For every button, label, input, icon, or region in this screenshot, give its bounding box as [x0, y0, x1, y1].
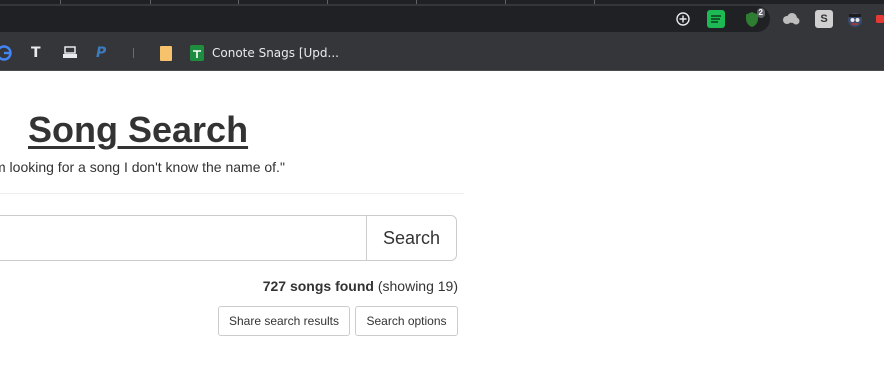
badge-count: 2 — [756, 8, 765, 18]
search-input[interactable] — [0, 215, 367, 261]
spy-extension-icon[interactable] — [846, 10, 864, 28]
results-summary: 727 songs found (showing 19) — [200, 278, 458, 294]
search-options-button[interactable]: Search options — [355, 306, 458, 336]
results-count: 727 songs found — [262, 278, 374, 294]
s-extension-icon[interactable]: S — [815, 10, 833, 28]
bookmark-separator — [133, 48, 134, 58]
address-bar[interactable] — [0, 6, 770, 32]
folder-bookmark-icon[interactable] — [160, 44, 172, 62]
divider — [0, 193, 464, 194]
paypal-bookmark-icon[interactable]: P — [96, 44, 106, 62]
sheets-bookmark-icon — [190, 45, 204, 61]
song-link-fragment[interactable] — [0, 380, 28, 386]
search-button[interactable]: Search — [366, 215, 457, 261]
bookmark-label: Conote Snags [Upd... — [212, 46, 339, 60]
results-showing: (showing 19) — [377, 278, 458, 294]
page-content: Song Search m looking for a song I don't… — [0, 71, 884, 386]
add-icon[interactable] — [674, 10, 692, 28]
printer-bookmark-icon[interactable] — [62, 44, 78, 62]
page-title: Song Search — [28, 109, 249, 150]
shield-extension-icon[interactable]: 2 — [743, 8, 765, 28]
spotify-icon[interactable] — [707, 10, 725, 28]
bookmark-conote-snags[interactable]: Conote Snags [Upd... — [190, 44, 339, 62]
bookmarks-bar: T P Conote Snags [Upd... — [0, 34, 884, 71]
google-icon[interactable] — [0, 44, 12, 62]
red-extension-icon[interactable] — [876, 10, 884, 28]
browser-toolbar: 2 S — [0, 4, 884, 34]
page-quote: m looking for a song I don't know the na… — [0, 159, 285, 175]
cloud-extension-icon[interactable] — [782, 10, 800, 28]
t-bookmark-icon[interactable]: T — [31, 44, 41, 62]
share-search-results-button[interactable]: Share search results — [218, 306, 350, 336]
